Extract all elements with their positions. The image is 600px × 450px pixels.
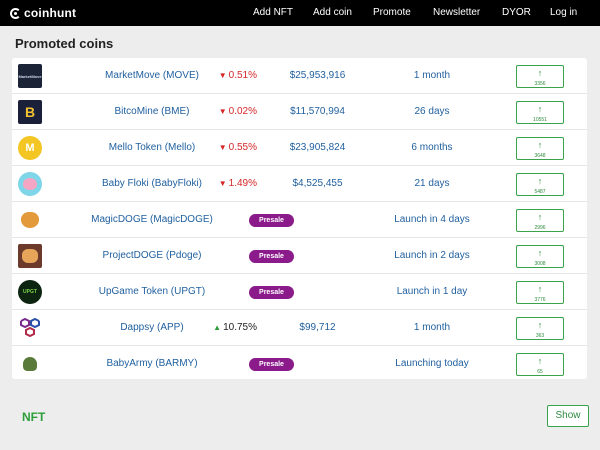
up-arrow-icon: ↑	[537, 104, 543, 114]
brand-name: coinhunt	[24, 6, 77, 20]
coin-name[interactable]: BabyArmy (BARMY)	[57, 346, 247, 379]
market-cap: $4,525,455	[292, 178, 343, 189]
magicdoge-logo-icon	[18, 208, 42, 232]
vote-button[interactable]: ↑ 65	[516, 353, 564, 376]
price-change: ▼ 0.55%	[218, 142, 257, 153]
down-triangle-icon: ▼	[218, 107, 227, 116]
launch-age: 21 days	[414, 178, 450, 189]
launch-age: 1 month	[413, 322, 451, 333]
vote-button[interactable]: ↑ 3008	[516, 245, 564, 268]
price-change: ▲ 10.75%	[213, 322, 257, 333]
launch-age: Launch in 4 days	[394, 214, 470, 225]
nav-newsletter[interactable]: Newsletter	[433, 0, 480, 26]
launch-age: Launch in 1 day	[396, 286, 468, 297]
market-cap: $23,905,824	[289, 142, 346, 153]
launch-age: Launch in 2 days	[394, 250, 470, 261]
nav-promote[interactable]: Promote	[373, 0, 411, 26]
promoted-coins-title: Promoted coins	[15, 36, 114, 51]
launch-age: 6 months	[411, 142, 453, 153]
up-arrow-icon: ↑	[537, 212, 543, 222]
vote-button[interactable]: ↑ 3648	[516, 137, 564, 160]
mello-logo-icon: M	[18, 136, 42, 160]
down-triangle-icon: ▼	[218, 179, 227, 188]
vote-button[interactable]: ↑ 10551	[516, 101, 564, 124]
coin-name[interactable]: MagicDOGE (MagicDOGE)	[57, 202, 247, 238]
presale-badge: Presale	[249, 250, 294, 263]
up-arrow-icon: ↑	[537, 68, 543, 78]
table-row[interactable]: MarketMove MarketMove (MOVE) ▼ 0.51% $25,…	[12, 58, 587, 94]
coin-name[interactable]: UpGame Token (UPGT)	[57, 274, 247, 310]
table-row[interactable]: MagicDOGE (MagicDOGE) Presale Launch in …	[12, 202, 587, 238]
presale-badge: Presale	[249, 358, 294, 371]
nav-add-nft[interactable]: Add NFT	[253, 0, 293, 26]
down-triangle-icon: ▼	[218, 71, 227, 80]
nav-login[interactable]: Log in	[550, 0, 577, 26]
up-arrow-icon: ↑	[537, 284, 543, 294]
presale-badge: Presale	[249, 214, 294, 227]
coinhunt-logo-icon	[10, 7, 21, 19]
presale-badge: Presale	[249, 286, 294, 299]
price-change: ▼ 1.49%	[218, 178, 257, 189]
vote-button[interactable]: ↑ 3356	[516, 65, 564, 88]
table-row[interactable]: ProjectDOGE (Pdoge) Presale Launch in 2 …	[12, 238, 587, 274]
vote-count: 2996	[534, 225, 546, 231]
table-row[interactable]: Baby Floki (BabyFloki) ▼ 1.49% $4,525,455…	[12, 166, 587, 202]
price-change: ▼ 0.02%	[218, 106, 257, 117]
launch-age: 26 days	[414, 106, 450, 117]
promoted-coins-table: MarketMove MarketMove (MOVE) ▼ 0.51% $25,…	[12, 58, 587, 379]
coin-name[interactable]: ProjectDOGE (Pdoge)	[57, 238, 247, 274]
up-arrow-icon: ↑	[537, 248, 543, 258]
table-row[interactable]: Dappsy (APP) ▲ 10.75% $99,712 1 month ↑ 36…	[12, 310, 587, 346]
vote-count: 363	[535, 333, 545, 339]
table-row[interactable]: B BitcoMine (BME) ▼ 0.02% $11,570,994 26 …	[12, 94, 587, 130]
top-navbar: coinhunt Add NFT Add coin Promote Newsle…	[0, 0, 600, 26]
vote-count: 3356	[534, 81, 546, 87]
vote-count: 5487	[534, 189, 546, 195]
vote-count: 3008	[534, 261, 546, 267]
babyarmy-logo-icon	[18, 352, 42, 376]
vote-count: 3648	[534, 153, 546, 159]
show-nft-button[interactable]: Show	[547, 405, 589, 427]
vote-count: 65	[537, 369, 543, 375]
bitcomine-logo-icon: B	[18, 100, 42, 124]
dappsy-logo-icon	[18, 316, 42, 340]
table-row[interactable]: M Mello Token (Mello) ▼ 0.55% $23,905,824…	[12, 130, 587, 166]
launch-age: 1 month	[413, 70, 451, 81]
table-row[interactable]: BabyArmy (BARMY) Presale Launching today…	[12, 346, 587, 379]
price-change: ▼ 0.51%	[218, 70, 257, 81]
upgame-logo-icon: UPGT	[18, 280, 42, 304]
up-arrow-icon: ↑	[537, 320, 543, 330]
down-triangle-icon: ▼	[218, 143, 227, 152]
vote-count: 3776	[534, 297, 546, 303]
vote-button[interactable]: ↑ 3776	[516, 281, 564, 304]
vote-count: 10551	[533, 117, 547, 123]
market-cap: $25,953,916	[289, 70, 346, 81]
up-arrow-icon: ↑	[537, 356, 543, 366]
up-arrow-icon: ↑	[537, 176, 543, 186]
nav-add-coin[interactable]: Add coin	[313, 0, 352, 26]
projectdoge-logo-icon	[18, 244, 42, 268]
up-arrow-icon: ↑	[537, 140, 543, 150]
nav-dyor[interactable]: DYOR	[502, 0, 531, 26]
vote-button[interactable]: ↑ 2996	[516, 209, 564, 232]
market-cap: $11,570,994	[290, 106, 345, 117]
up-triangle-icon: ▲	[213, 323, 222, 332]
vote-button[interactable]: ↑ 363	[516, 317, 564, 340]
vote-button[interactable]: ↑ 5487	[516, 173, 564, 196]
nft-section-title: NFT	[22, 410, 46, 424]
brand-logo[interactable]: coinhunt	[10, 5, 76, 21]
market-cap: $99,712	[299, 322, 336, 333]
babyfloki-logo-icon	[18, 172, 42, 196]
marketmove-logo-icon: MarketMove	[18, 64, 42, 88]
launch-age: Launching today	[395, 358, 469, 369]
table-row[interactable]: UPGT UpGame Token (UPGT) Presale Launch …	[12, 274, 587, 310]
